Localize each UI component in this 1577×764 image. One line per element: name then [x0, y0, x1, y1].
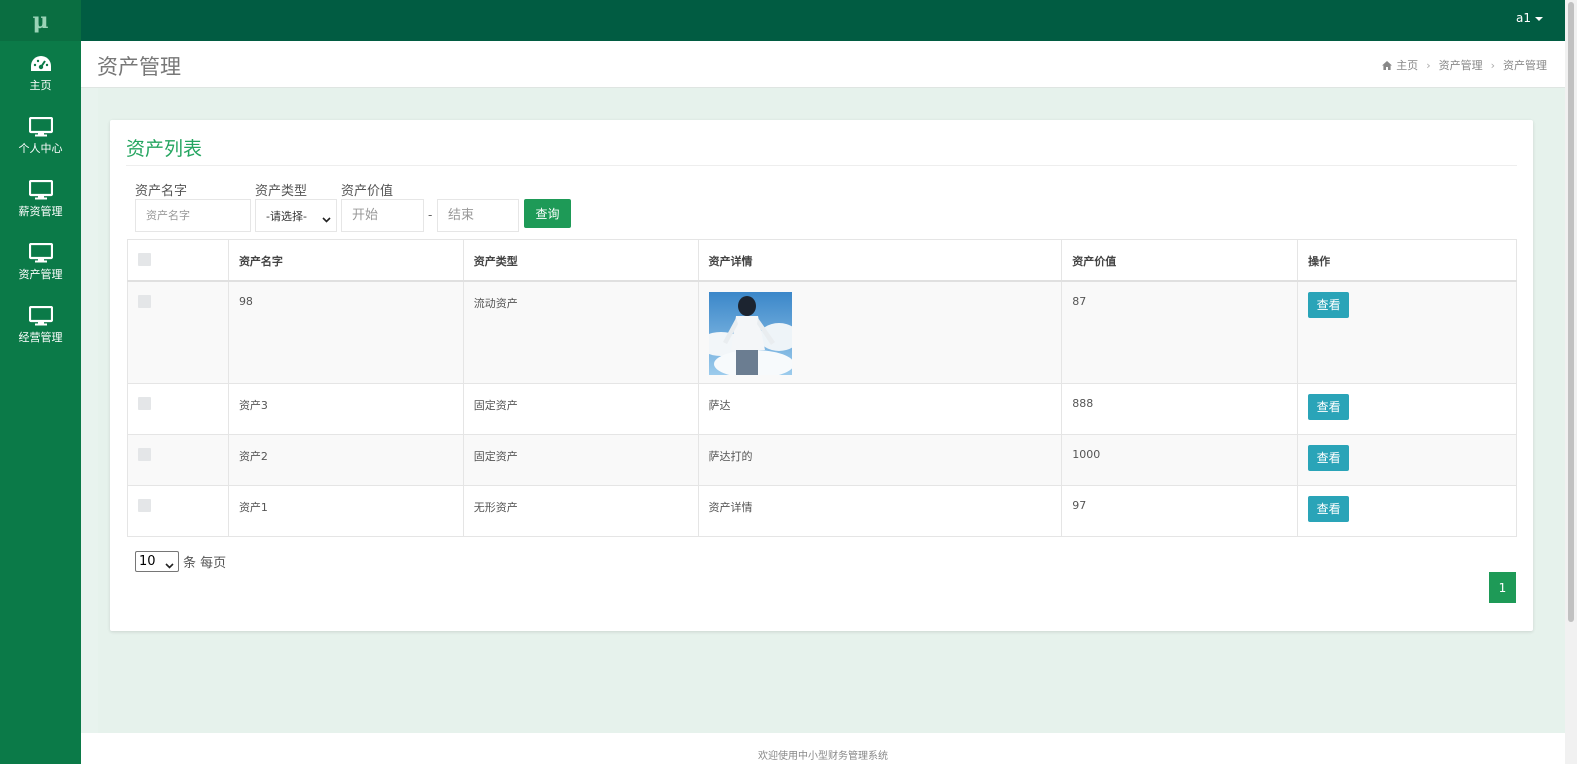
page-button-1[interactable]: 1 [1489, 572, 1516, 603]
panel-title: 资产列表 [126, 138, 203, 160]
sidebar-item-assets[interactable]: 资产管理 [0, 230, 81, 293]
row-checkbox[interactable] [138, 294, 151, 308]
header-asset-detail: 资产详情 [697, 239, 1063, 282]
row-select-cell [127, 434, 229, 486]
scrollbar-thumb[interactable] [1568, 2, 1574, 622]
cell-asset-value: 97 [1061, 485, 1299, 537]
cell-actions: 查看 [1297, 434, 1517, 486]
user-name: a1 [1516, 11, 1531, 25]
sidebar-item-label: 个人中心 [18, 142, 63, 155]
asset-type-select[interactable]: -请选择- [255, 199, 337, 232]
row-checkbox[interactable] [138, 397, 151, 410]
asset-name-label: 资产名字 [135, 184, 188, 199]
row-select-cell [127, 280, 229, 384]
asset-value-label: 资产价值 [341, 184, 394, 199]
page-size-suffix: 条 每页 [183, 556, 227, 571]
asset-type-selected: -请选择- [266, 209, 307, 223]
cell-asset-value: 1000 [1061, 434, 1299, 486]
cell-asset-detail: 萨达 [697, 383, 1063, 435]
table-row: 资产3 固定资产 萨达 888 查看 [127, 383, 1517, 435]
user-menu[interactable]: a1 [1516, 11, 1543, 25]
page-size-control: 10 条 每页 [135, 551, 226, 572]
dashboard-icon [29, 53, 53, 75]
range-dash: - [428, 208, 433, 222]
asset-type-label: 资产类型 [255, 184, 308, 199]
breadcrumb-assets[interactable]: 资产管理 [1439, 57, 1483, 73]
monitor-icon [28, 242, 53, 264]
page-header: 资产管理 主页 › 资产管理 › 资产管理 [81, 41, 1565, 88]
sidebar-item-operations[interactable]: 经营管理 [0, 293, 81, 356]
asset-name-input[interactable] [135, 199, 251, 232]
cell-actions: 查看 [1297, 280, 1517, 384]
footer: 欢迎使用中小型财务管理系统 [81, 733, 1565, 764]
sidebar-item-salary[interactable]: 薪资管理 [0, 167, 81, 230]
chevron-down-icon [322, 213, 331, 226]
cell-actions: 查看 [1297, 485, 1517, 537]
breadcrumb: 主页 › 资产管理 › 资产管理 [1382, 57, 1547, 73]
row-checkbox[interactable] [138, 448, 151, 461]
cell-asset-type: 固定资产 [462, 434, 699, 486]
chevron-down-icon [165, 558, 174, 573]
monitor-icon [28, 179, 53, 201]
cell-asset-name: 资产3 [227, 383, 464, 435]
monitor-icon [28, 116, 53, 138]
caret-down-icon [1535, 16, 1543, 21]
breadcrumb-home[interactable]: 主页 [1396, 57, 1418, 73]
cell-asset-value: 87 [1061, 280, 1299, 384]
sidebar-item-profile[interactable]: 个人中心 [0, 104, 81, 167]
cell-asset-value: 888 [1061, 383, 1299, 435]
search-button[interactable]: 查询 [524, 199, 571, 228]
sidebar-item-label: 经营管理 [18, 331, 63, 344]
sidebar-item-home[interactable]: 主页 [0, 41, 81, 104]
asset-table: 资产名字 资产类型 资产详情 资产价值 操作 98 流动资产 87 查看 资产3… [127, 239, 1517, 537]
sidebar: μ 主页 个人中心 薪资管理 资产管理 经营管理 [0, 0, 81, 764]
header-asset-name: 资产名字 [227, 239, 464, 282]
cell-asset-type: 流动资产 [462, 280, 699, 384]
breadcrumb-current: 资产管理 [1503, 59, 1547, 72]
table-row: 资产1 无形资产 资产详情 97 查看 [127, 485, 1517, 537]
page-size-select[interactable]: 10 [135, 551, 179, 572]
view-button[interactable]: 查看 [1308, 394, 1350, 420]
cell-asset-name: 98 [227, 280, 464, 384]
cell-asset-detail: 资产详情 [697, 485, 1063, 537]
asset-detail-image [708, 291, 792, 375]
header-asset-value: 资产价值 [1061, 239, 1299, 282]
table-row: 资产2 固定资产 萨达打的 1000 查看 [127, 434, 1517, 486]
divider [126, 165, 1517, 166]
value-start-input[interactable] [341, 199, 424, 232]
header-select-all [127, 239, 229, 282]
cell-asset-name: 资产2 [227, 434, 464, 486]
vertical-scrollbar[interactable] [1565, 0, 1577, 764]
sidebar-item-label: 主页 [29, 79, 52, 92]
cell-asset-name: 资产1 [227, 485, 464, 537]
topbar: a1 [81, 0, 1565, 41]
cell-asset-type: 无形资产 [462, 485, 699, 537]
app-logo[interactable]: μ [0, 0, 81, 41]
row-select-cell [127, 383, 229, 435]
view-button[interactable]: 查看 [1308, 496, 1350, 522]
table-row: 98 流动资产 87 查看 [127, 280, 1517, 384]
row-select-cell [127, 485, 229, 537]
row-checkbox[interactable] [138, 499, 151, 512]
header-actions: 操作 [1297, 239, 1517, 282]
table-header-row: 资产名字 资产类型 资产详情 资产价值 操作 [127, 239, 1517, 282]
chevron-right-icon: › [1490, 58, 1495, 72]
view-button[interactable]: 查看 [1308, 445, 1350, 471]
monitor-icon [28, 305, 53, 327]
home-icon [1382, 60, 1393, 70]
cell-actions: 查看 [1297, 383, 1517, 435]
sidebar-item-label: 资产管理 [18, 268, 63, 281]
asset-list-panel: 资产列表 资产名字 资产类型 -请选择- 资产价值 - 查询 资产名字 资产类型… [110, 120, 1533, 631]
cell-asset-detail [697, 280, 1063, 384]
page-title: 资产管理 [97, 55, 181, 79]
header-asset-type: 资产类型 [462, 239, 699, 282]
view-button[interactable]: 查看 [1308, 291, 1350, 318]
page-size-value: 10 [139, 554, 156, 569]
cell-asset-type: 固定资产 [462, 383, 699, 435]
cell-asset-detail: 萨达打的 [697, 434, 1063, 486]
sidebar-item-label: 薪资管理 [18, 205, 63, 218]
select-all-checkbox[interactable] [138, 253, 151, 266]
chevron-right-icon: › [1426, 58, 1431, 72]
value-end-input[interactable] [437, 199, 519, 232]
